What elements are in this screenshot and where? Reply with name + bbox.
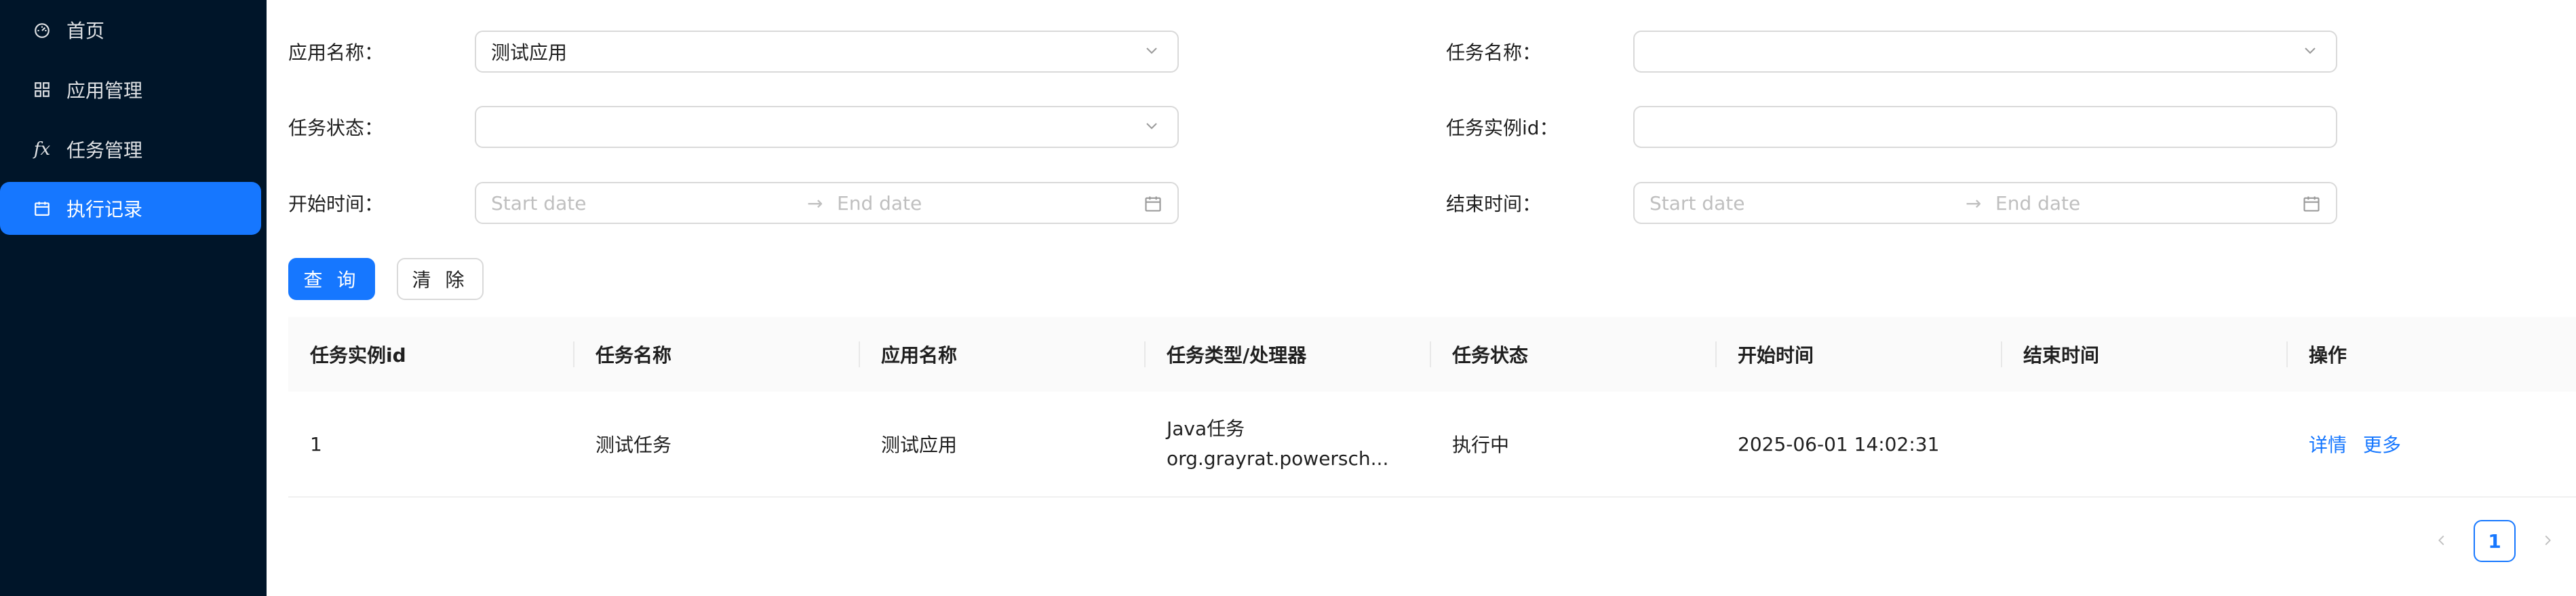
col-app-name: 应用名称 <box>881 344 958 367</box>
grid-icon <box>33 80 52 99</box>
sidebar-item-home[interactable]: 首页 <box>0 3 261 56</box>
query-button[interactable]: 查 询 <box>288 258 375 300</box>
instance-id-label: 任务实例id： <box>1446 117 1559 139</box>
fx-icon: fx <box>33 139 51 160</box>
range-start-placeholder: Start date <box>1650 191 1745 215</box>
cell-start-time: 2025-06-01 14:02:31 <box>1738 432 1940 455</box>
column-divider <box>1144 341 1146 367</box>
clear-button[interactable]: 清 除 <box>397 258 484 300</box>
task-status-label: 任务状态： <box>288 117 384 139</box>
table-row: 1 测试任务 测试应用 Java任务 org.grayrat.powersch.… <box>288 392 2576 498</box>
page-number-current[interactable]: 1 <box>2474 520 2516 562</box>
end-time-range-picker[interactable]: Start date → End date <box>1633 182 2337 224</box>
sidebar-item-label: 应用管理 <box>66 79 143 102</box>
range-arrow-icon: → <box>807 191 823 215</box>
dashboard-icon <box>33 20 52 39</box>
cell-task-name: 测试任务 <box>596 434 672 456</box>
next-page-icon[interactable] <box>2534 527 2561 554</box>
sidebar: 首页 应用管理 fx 任务管理 执行记录 <box>0 0 267 596</box>
sidebar-item-records[interactable]: 执行记录 <box>0 182 261 235</box>
col-task-type: 任务类型/处理器 <box>1167 344 1307 367</box>
column-divider <box>573 341 574 367</box>
range-end-placeholder: End date <box>837 191 922 215</box>
col-task-name: 任务名称 <box>596 344 672 367</box>
range-arrow-icon: → <box>1966 191 1982 215</box>
cell-instance-id: 1 <box>310 432 322 455</box>
app-name-select[interactable]: 测试应用 <box>475 31 1179 73</box>
more-link[interactable]: 更多 <box>2363 430 2401 458</box>
calendar-icon <box>1144 194 1163 213</box>
task-name-label: 任务名称： <box>1446 41 1542 64</box>
instance-id-input[interactable] <box>1633 106 2337 148</box>
table-header: 任务实例id 任务名称 应用名称 任务类型/处理器 任务状态 开始时间 结束时间… <box>288 317 2576 393</box>
col-actions: 操作 <box>2309 344 2347 367</box>
cell-app-name: 测试应用 <box>881 434 958 456</box>
chevron-down-icon <box>1144 42 1163 61</box>
task-name-select[interactable] <box>1633 31 2337 73</box>
column-divider <box>1715 341 1717 367</box>
sidebar-item-label: 执行记录 <box>66 198 143 221</box>
col-end-time: 结束时间 <box>2023 344 2100 367</box>
col-instance-id: 任务实例id <box>310 344 406 367</box>
detail-link[interactable]: 详情 <box>2309 430 2347 458</box>
col-task-status: 任务状态 <box>1452 344 1529 367</box>
processor-text: org.grayrat.powersch... <box>1167 447 1389 470</box>
column-divider <box>2001 341 2002 367</box>
start-time-range-picker[interactable]: Start date → End date <box>475 182 1179 224</box>
column-divider <box>1430 341 1431 367</box>
start-time-label: 开始时间： <box>288 193 384 215</box>
range-end-placeholder: End date <box>1995 191 2081 215</box>
end-time-label: 结束时间： <box>1446 193 1542 215</box>
cell-task-status: 执行中 <box>1452 434 1510 456</box>
col-start-time: 开始时间 <box>1738 344 1814 367</box>
sidebar-item-label: 任务管理 <box>66 139 143 162</box>
sidebar-item-tasks[interactable]: fx 任务管理 <box>0 123 261 176</box>
column-divider <box>859 341 860 367</box>
calendar-icon <box>33 199 52 218</box>
app-name-label: 应用名称： <box>288 41 384 64</box>
task-type-text: Java任务 <box>1167 417 1245 440</box>
chevron-down-icon <box>2302 42 2321 61</box>
prev-page-icon[interactable] <box>2428 527 2455 554</box>
range-start-placeholder: Start date <box>491 191 587 215</box>
chevron-down-icon <box>1144 117 1163 136</box>
sidebar-item-label: 首页 <box>66 20 105 42</box>
sidebar-item-apps[interactable]: 应用管理 <box>0 63 261 116</box>
cell-actions: 详情 更多 <box>2309 392 2417 496</box>
app-name-value: 测试应用 <box>491 41 568 64</box>
task-status-select[interactable] <box>475 106 1179 148</box>
cell-task-type: Java任务 org.grayrat.powersch... <box>1167 392 1388 496</box>
column-divider <box>2286 341 2288 367</box>
calendar-icon <box>2302 194 2321 213</box>
